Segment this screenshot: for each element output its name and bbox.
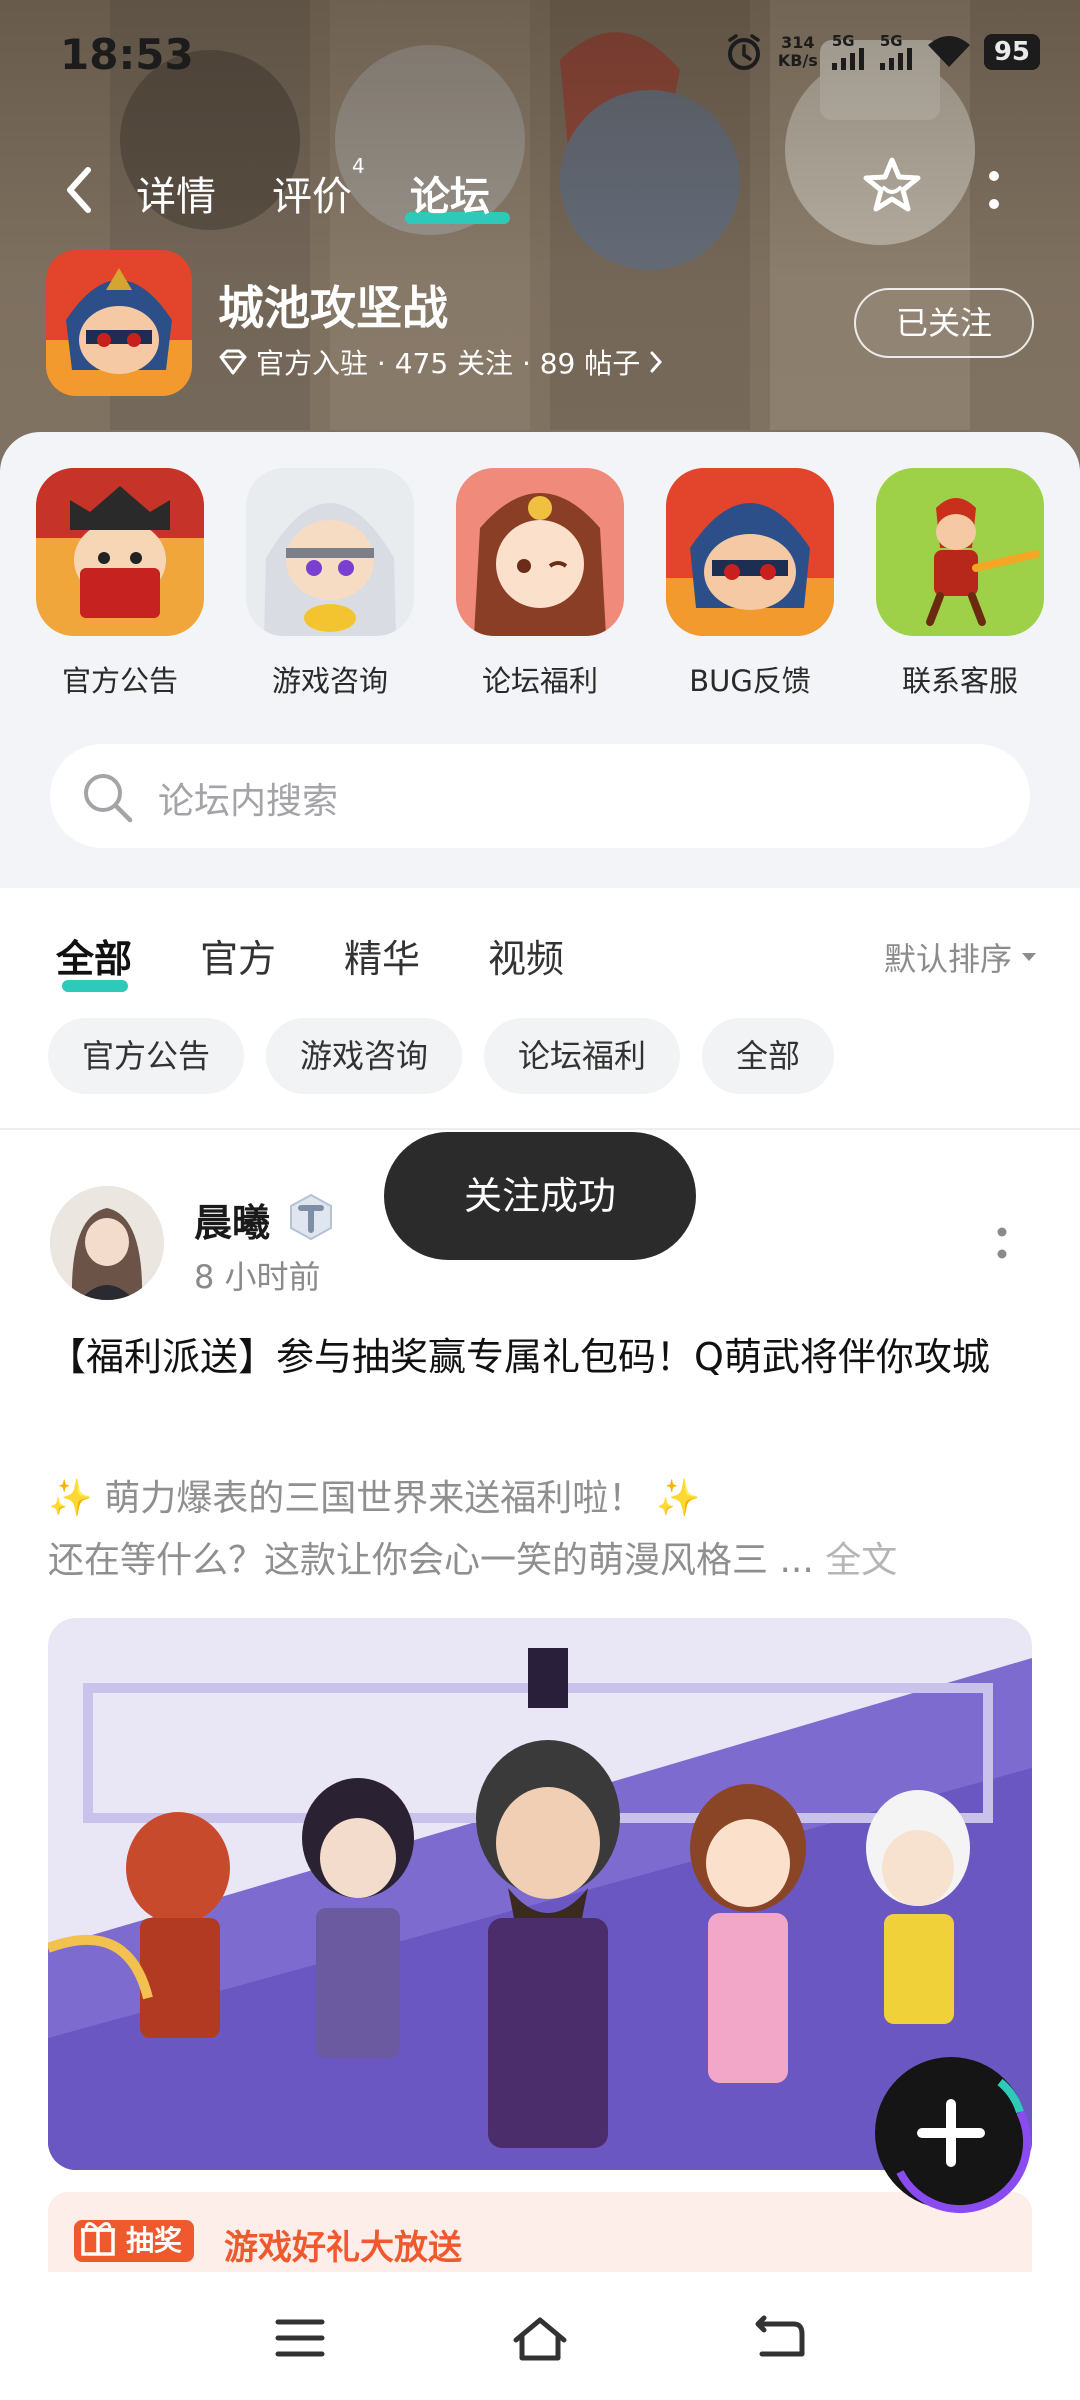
category-tabs: 全部 官方 精华 视频 默认排序 bbox=[0, 918, 1080, 998]
quick-link-customer-service[interactable]: 联系客服 bbox=[875, 468, 1045, 700]
battery-indicator: 95 bbox=[983, 34, 1040, 70]
official-badge-icon bbox=[290, 1193, 332, 1241]
chip-game-inquiry[interactable]: 游戏咨询 bbox=[266, 1018, 463, 1094]
follow-button[interactable]: 已关注 bbox=[854, 288, 1034, 358]
tab-details[interactable]: 详情 bbox=[136, 164, 216, 222]
system-navigation-bar bbox=[0, 2272, 1080, 2400]
avatar[interactable] bbox=[50, 1186, 164, 1300]
quick-link-label: 联系客服 bbox=[901, 664, 1018, 698]
signal-bars-icon bbox=[879, 48, 912, 70]
back-arrow-icon[interactable] bbox=[58, 164, 102, 216]
game-info: 城池攻坚战 官方入驻 · 475 关注 · 89 帖子 已关注 bbox=[46, 250, 1046, 400]
game-meta[interactable]: 官方入驻 · 475 关注 · 89 帖子 bbox=[218, 342, 664, 382]
quick-link-bug-report[interactable]: BUG反馈 bbox=[665, 468, 835, 700]
home-icon[interactable] bbox=[510, 2312, 570, 2364]
sort-dropdown[interactable]: 默认排序 bbox=[884, 934, 1038, 980]
quick-link-announcement[interactable]: 官方公告 bbox=[35, 468, 205, 700]
read-full-link[interactable]: 全文 bbox=[825, 1540, 897, 1581]
lottery-text: 游戏好礼大放送 bbox=[224, 2228, 462, 2268]
menu-icon[interactable] bbox=[270, 2312, 330, 2364]
cellular-signal-2: 5G bbox=[879, 34, 914, 70]
forum-benefits-icon bbox=[456, 468, 624, 636]
search-icon bbox=[84, 774, 133, 823]
network-speed: 314 KB/s bbox=[777, 33, 818, 70]
favorite-star-icon[interactable] bbox=[860, 154, 924, 218]
category-tab-featured[interactable]: 精华 bbox=[344, 928, 420, 983]
back-icon[interactable] bbox=[750, 2312, 810, 2364]
wifi-icon bbox=[927, 36, 970, 67]
follow-success-toast: 关注成功 bbox=[384, 1132, 696, 1260]
excerpt-line: ✨ 萌力爆表的三国世界来送福利啦！ ✨ bbox=[48, 1478, 701, 1519]
quick-link-label: 官方公告 bbox=[61, 664, 178, 698]
post-time: 8 小时前 bbox=[194, 1258, 321, 1296]
status-icons: 314 KB/s 5G 5G 95 bbox=[724, 32, 1040, 72]
game-header-banner: 18:53 314 KB/s 5G 5G 95 详情 评价 4 论坛 城池攻坚战… bbox=[0, 0, 1080, 470]
forum-search[interactable]: 论坛内搜索 bbox=[50, 744, 1030, 848]
post-excerpt[interactable]: ✨ 萌力爆表的三国世界来送福利啦！ ✨ 还在等什么？这款让你会心一笑的萌漫风格三… bbox=[48, 1468, 1038, 1592]
chevron-right-icon bbox=[650, 351, 663, 373]
bug-report-icon bbox=[666, 468, 834, 636]
game-meta-text: 官方入驻 · 475 关注 · 89 帖子 bbox=[256, 347, 641, 380]
tab-reviews[interactable]: 评价 bbox=[272, 164, 352, 222]
gift-icon bbox=[81, 2222, 115, 2256]
quick-link-game-inquiry[interactable]: 游戏咨询 bbox=[245, 468, 415, 700]
alarm-icon bbox=[727, 34, 760, 70]
tab-forum[interactable]: 论坛 bbox=[410, 164, 490, 222]
customer-service-icon bbox=[876, 468, 1044, 636]
filter-chips: 官方公告 游戏咨询 论坛福利 全部 bbox=[48, 1018, 835, 1098]
author-name[interactable]: 晨曦 bbox=[194, 1192, 270, 1247]
more-options-icon[interactable] bbox=[982, 168, 1006, 212]
quick-link-label: 论坛福利 bbox=[481, 664, 598, 698]
excerpt-line: 还在等什么？这款让你会心一笑的萌漫风格三 ... 全文 bbox=[48, 1540, 898, 1581]
quick-link-label: BUG反馈 bbox=[689, 664, 811, 698]
game-title: 城池攻坚战 bbox=[218, 281, 448, 335]
status-bar: 18:53 314 KB/s 5G 5G 95 bbox=[0, 0, 1080, 110]
game-icon[interactable] bbox=[46, 250, 192, 396]
signal-bars-icon bbox=[831, 48, 864, 70]
status-time: 18:53 bbox=[60, 30, 194, 79]
category-tab-video[interactable]: 视频 bbox=[488, 928, 564, 983]
chip-all[interactable]: 全部 bbox=[702, 1018, 835, 1094]
caret-down-icon bbox=[1022, 953, 1036, 961]
category-tab-all[interactable]: 全部 bbox=[56, 928, 132, 983]
diamond-icon bbox=[219, 349, 247, 375]
game-inquiry-icon bbox=[246, 468, 414, 636]
quick-link-forum-benefits[interactable]: 论坛福利 bbox=[455, 468, 625, 700]
section-divider bbox=[0, 1128, 1080, 1130]
sort-label: 默认排序 bbox=[883, 940, 1012, 978]
post-title[interactable]: 【福利派送】参与抽奖赢专属礼包码！Q萌武将伴你攻城 bbox=[48, 1326, 1032, 1388]
chip-forum-benefits[interactable]: 论坛福利 bbox=[484, 1018, 681, 1094]
quick-links: 官方公告 游戏咨询 论坛福利 BUG反馈 联系客服 bbox=[0, 468, 1080, 708]
more-options-icon[interactable] bbox=[996, 1224, 1008, 1264]
create-post-button[interactable] bbox=[870, 2052, 1032, 2214]
cellular-signal-1: 5G bbox=[831, 34, 866, 70]
reviews-count-badge: 4 bbox=[352, 154, 365, 178]
announcement-icon bbox=[36, 468, 204, 636]
category-tab-official[interactable]: 官方 bbox=[200, 928, 276, 983]
quick-link-label: 游戏咨询 bbox=[271, 664, 388, 698]
chip-announcement[interactable]: 官方公告 bbox=[48, 1018, 245, 1094]
top-navigation: 详情 评价 4 论坛 bbox=[0, 150, 1080, 230]
search-input[interactable]: 论坛内搜索 bbox=[158, 772, 338, 824]
